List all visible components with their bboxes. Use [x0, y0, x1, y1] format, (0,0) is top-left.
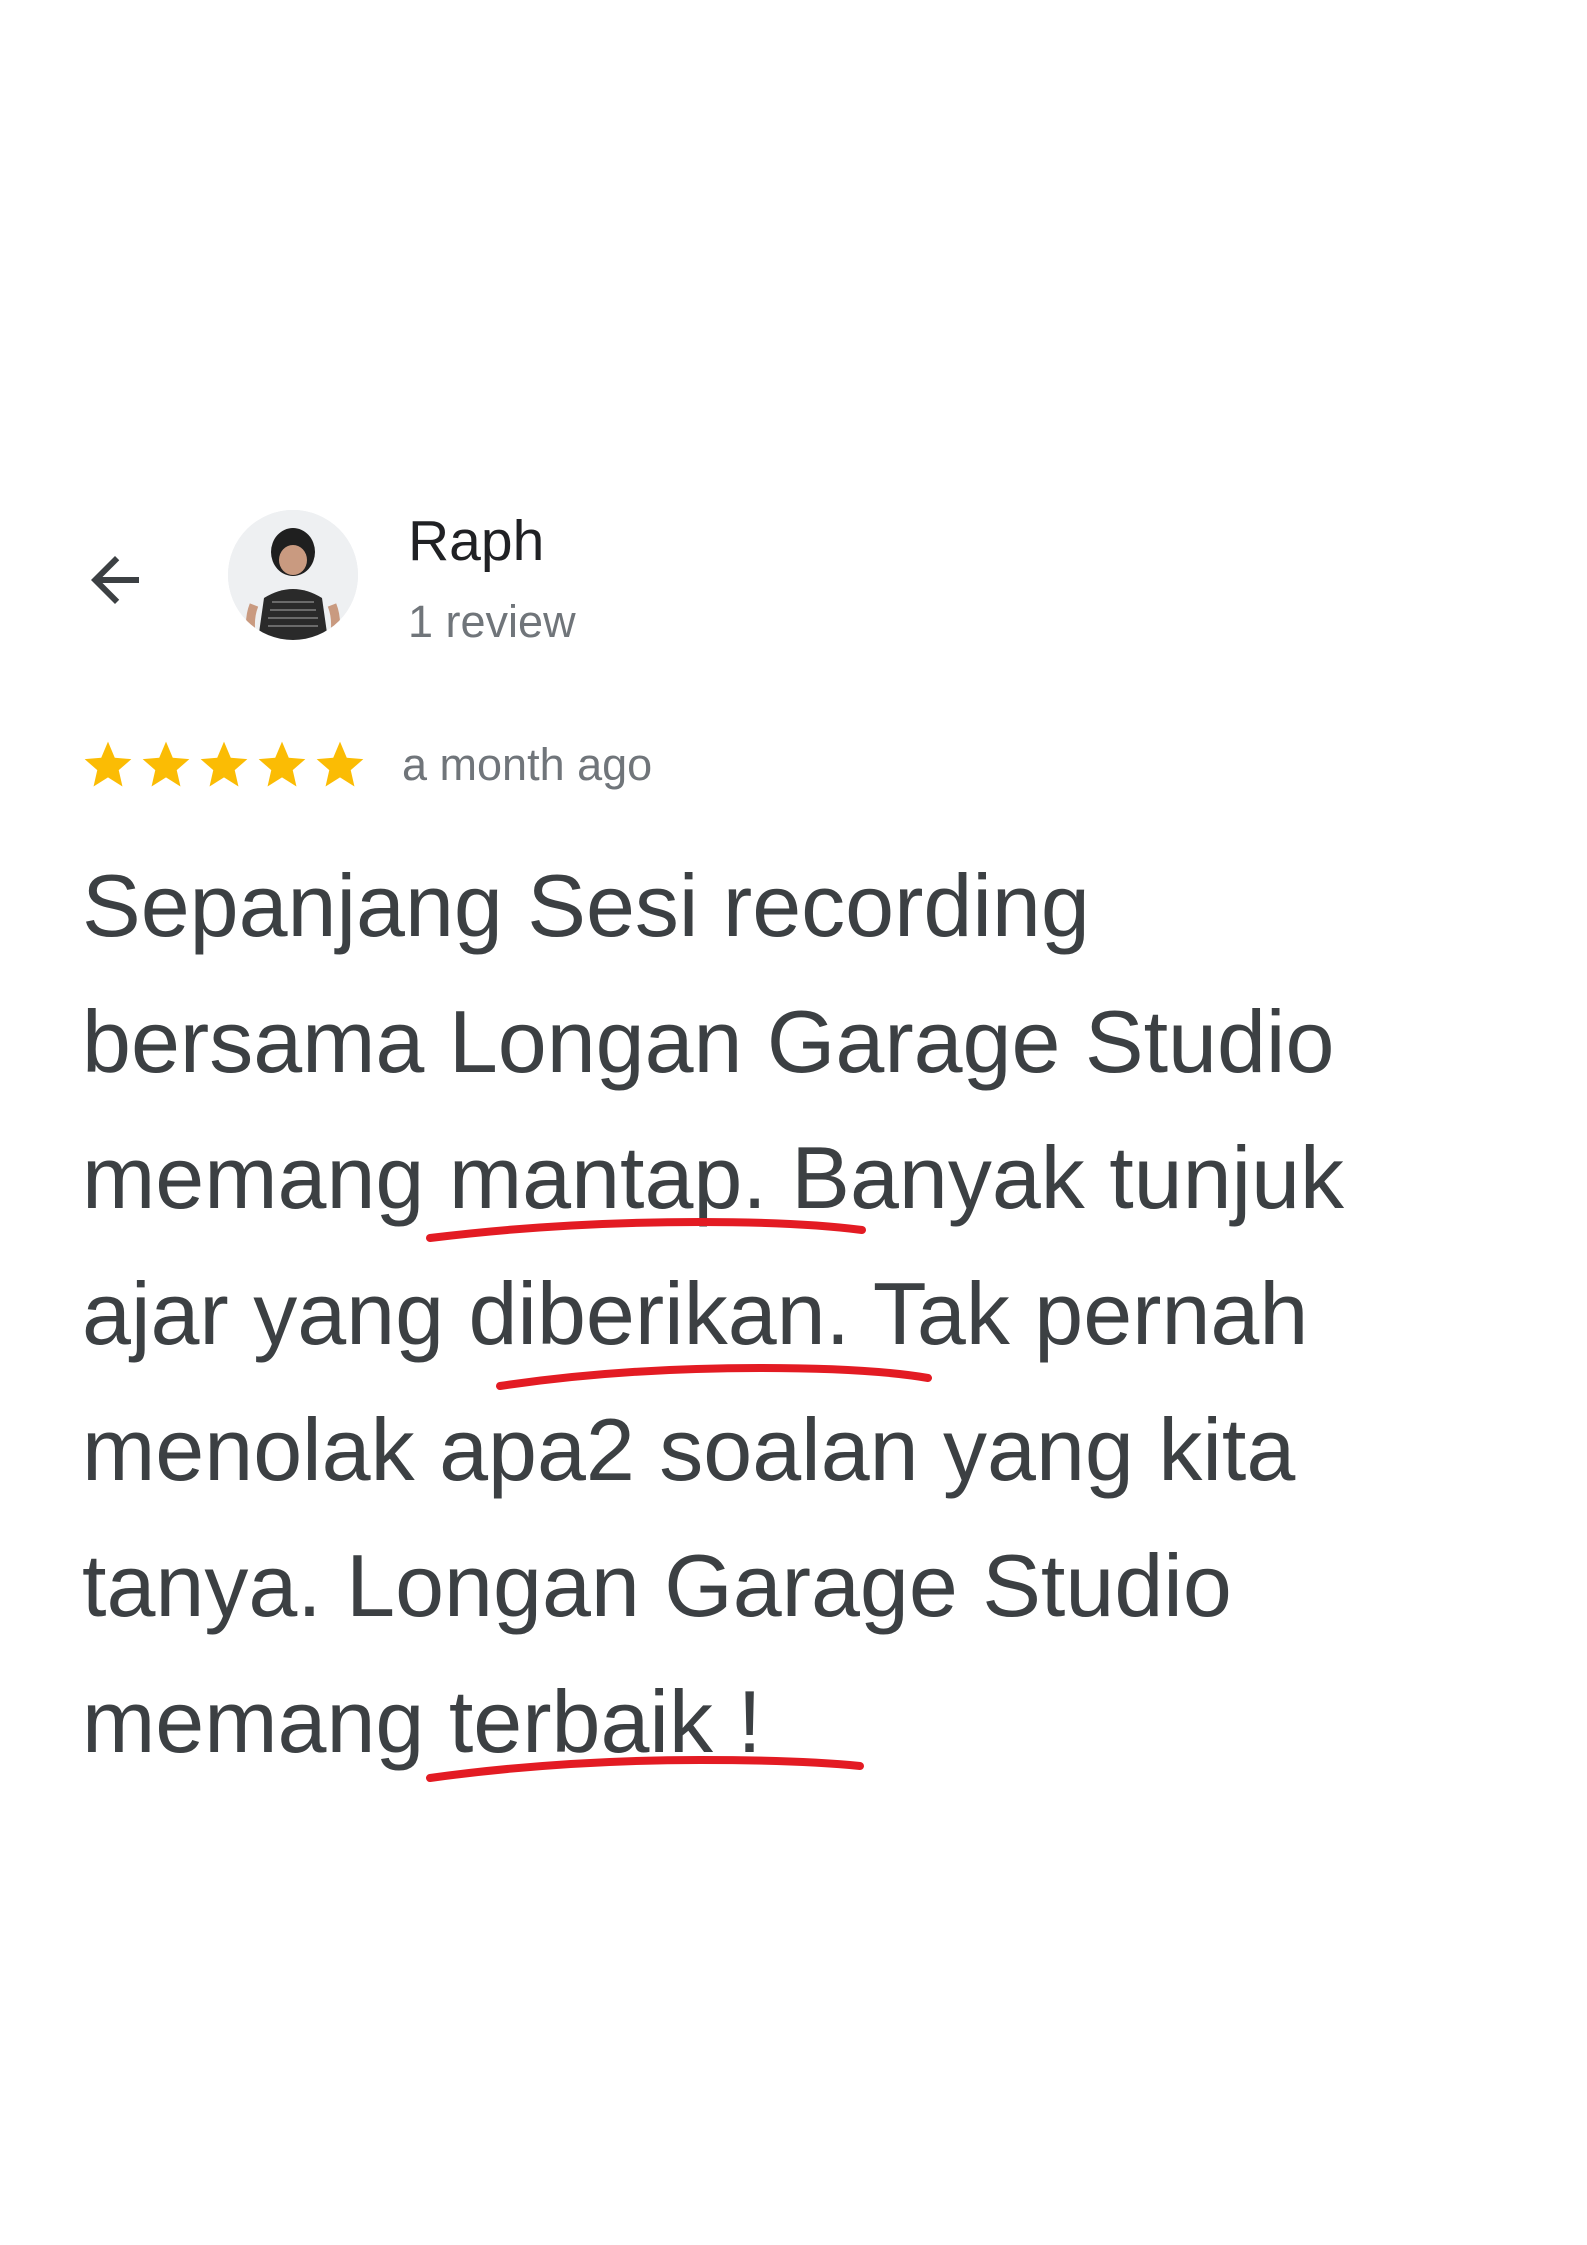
review-text-line: tanya. Longan Garage Studio	[82, 1536, 1232, 1635]
review-text-line: memang mantap. Banyak tunjuk	[82, 1128, 1345, 1227]
review-text-line: Sepanjang Sesi recording	[82, 856, 1090, 955]
star-icon	[200, 741, 248, 787]
user-avatar	[228, 510, 358, 640]
star-icon	[316, 741, 364, 787]
reviewer-name[interactable]: Raph	[408, 508, 544, 574]
back-arrow-icon	[91, 556, 139, 604]
review-text: Sepanjang Sesi recording bersama Longan …	[82, 838, 1552, 1790]
review-text-line: menolak apa2 soalan yang kita	[82, 1400, 1296, 1499]
review-text-line: memang terbaik !	[82, 1672, 762, 1771]
avatar[interactable]	[228, 510, 358, 640]
star-icon	[84, 741, 132, 787]
rating-row: a month ago	[80, 735, 652, 795]
reviewer-review-count: 1 review	[408, 596, 576, 647]
review-date: a month ago	[402, 739, 653, 790]
review-text-line: ajar yang diberikan. Tak pernah	[82, 1264, 1309, 1363]
review-text-line: bersama Longan Garage Studio	[82, 992, 1335, 1091]
star-icon	[142, 741, 190, 787]
star-icon	[258, 741, 306, 787]
back-button[interactable]	[70, 535, 160, 625]
